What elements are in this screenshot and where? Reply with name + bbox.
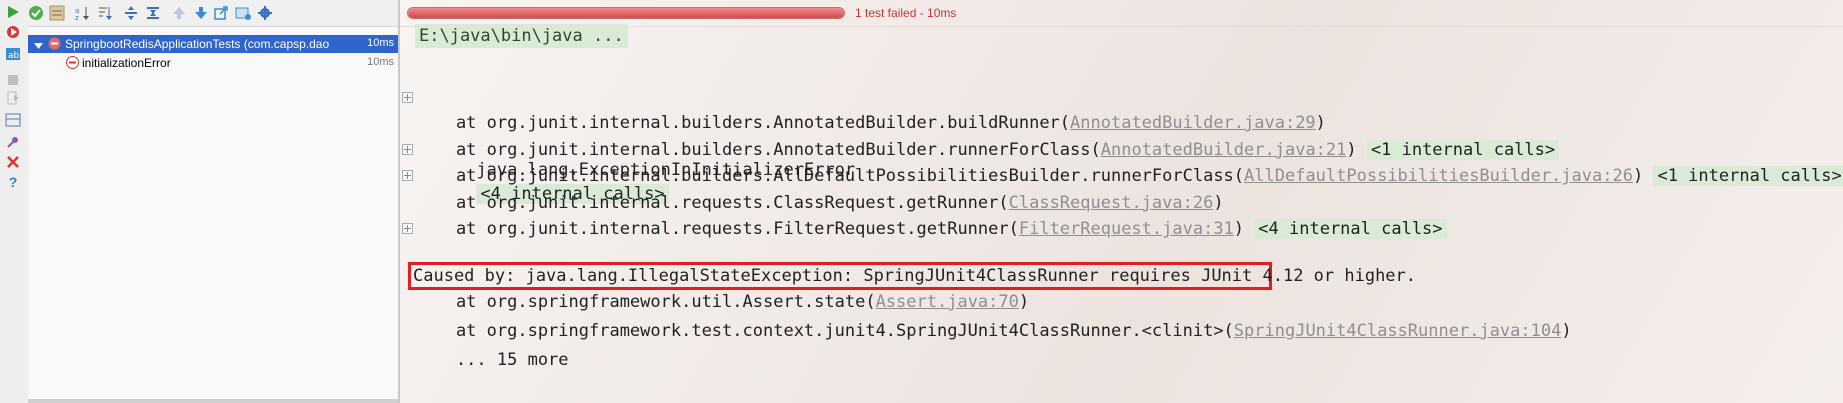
toggle-auto-test-icon[interactable]: ab (5, 46, 21, 62)
source-link[interactable]: Assert.java:70 (876, 292, 1019, 312)
close-icon[interactable] (5, 154, 21, 170)
frame-text: ) (1632, 166, 1644, 187)
internal-calls-link[interactable]: <4 internal calls> (1254, 219, 1447, 240)
error-status-icon (48, 37, 61, 53)
source-link[interactable]: FilterRequest.java:31 (1019, 219, 1234, 239)
more-frames-line: ... 15 more (415, 350, 569, 370)
stop-icon[interactable] (5, 72, 21, 88)
test-toolbar: az (28, 0, 398, 27)
tree-node-time: 10ms (367, 37, 394, 49)
settings-icon[interactable] (256, 4, 274, 22)
sort-alpha-icon[interactable]: az (74, 4, 92, 22)
frame-text: at org.springframework.test.context.juni… (415, 321, 1234, 341)
svg-text:ab: ab (8, 51, 20, 61)
frame-text: at org.springframework.util.Assert.state… (415, 292, 876, 312)
frame-text: at org.junit.internal.requests.ClassRequ… (415, 192, 1009, 213)
tree-node-test-method[interactable]: initializationError 10ms (28, 54, 398, 72)
tree-node-test-class[interactable]: SpringbootRedisApplicationTests (com.cap… (28, 35, 398, 53)
test-tree: SpringbootRedisApplicationTests (com.cap… (28, 27, 398, 403)
layout-icon[interactable] (5, 112, 21, 128)
frame-text: at org.junit.internal.requests.FilterReq… (415, 219, 1019, 240)
show-passed-icon[interactable] (27, 4, 45, 22)
exception-line: java.lang.ExceptionInInitializerError <4… (400, 86, 855, 204)
svg-text:z: z (75, 14, 79, 21)
left-toolbar: ab ? (0, 0, 29, 403)
next-failed-icon[interactable] (192, 4, 210, 22)
frame-text: ) (1233, 219, 1245, 240)
exit-icon[interactable] (5, 90, 21, 106)
internal-calls-link[interactable]: <1 internal calls> (1653, 166, 1843, 187)
pin-icon[interactable] (5, 134, 21, 150)
caused-by-line: Caused by: java.lang.IllegalStateExcepti… (413, 266, 1417, 286)
prev-failed-icon[interactable] (170, 4, 188, 22)
tree-node-label: SpringbootRedisApplicationTests (com.cap… (65, 37, 330, 51)
source-link[interactable]: ClassRequest.java:26 (1009, 193, 1214, 213)
source-link[interactable]: AllDefaultPossibilitiesBuilder.java:26 (1244, 166, 1633, 186)
test-status-text: 1 test failed - 10ms (855, 6, 957, 20)
progress-area: 1 test failed - 10ms (400, 0, 1843, 27)
fold-toggle-icon[interactable] (402, 92, 413, 103)
frame-text: at org.junit.internal.builders.AllDefaul… (415, 166, 1245, 187)
test-progress-bar (407, 7, 845, 19)
collapse-all-icon[interactable] (144, 4, 162, 22)
import-icon[interactable] (234, 4, 252, 22)
error-status-icon (66, 56, 79, 72)
tree-node-label: initializationError (82, 56, 171, 70)
show-ignored-icon[interactable] (48, 4, 66, 22)
source-link[interactable]: AnnotatedBuilder.java:21 (1101, 140, 1347, 160)
frame-text: ) (1213, 192, 1224, 213)
export-icon[interactable] (212, 4, 230, 22)
source-link[interactable]: SpringJUnit4ClassRunner.java:104 (1234, 321, 1562, 341)
fold-toggle-icon[interactable] (402, 143, 413, 155)
frame-text: at org.junit.internal.builders.Annotated… (415, 113, 1071, 133)
internal-calls-link[interactable]: <1 internal calls> (1366, 139, 1560, 160)
frame-text: ) (1018, 292, 1030, 312)
console-output[interactable]: 1 test failed - 10ms E:\java\bin\java ..… (400, 0, 1843, 403)
sort-duration-icon[interactable] (96, 4, 114, 22)
expand-all-icon[interactable] (122, 4, 140, 22)
run-icon[interactable] (5, 4, 21, 20)
fold-toggle-icon[interactable] (402, 223, 413, 235)
help-icon[interactable]: ? (5, 174, 21, 190)
expand-arrow-icon[interactable] (34, 39, 43, 53)
test-progress-fill (408, 8, 844, 18)
frame-text: at org.junit.internal.builders.Annotated… (415, 139, 1101, 160)
tree-node-time: 10ms (367, 56, 394, 68)
command-line: E:\java\bin\java ... (415, 24, 628, 48)
frame-text: ) (1315, 113, 1326, 133)
frame-text: ) (1561, 321, 1572, 341)
source-link[interactable]: AnnotatedBuilder.java:29 (1070, 113, 1316, 133)
rerun-failed-icon[interactable] (5, 24, 21, 40)
frame-text: ) (1346, 139, 1357, 160)
fold-toggle-icon[interactable] (402, 170, 413, 182)
